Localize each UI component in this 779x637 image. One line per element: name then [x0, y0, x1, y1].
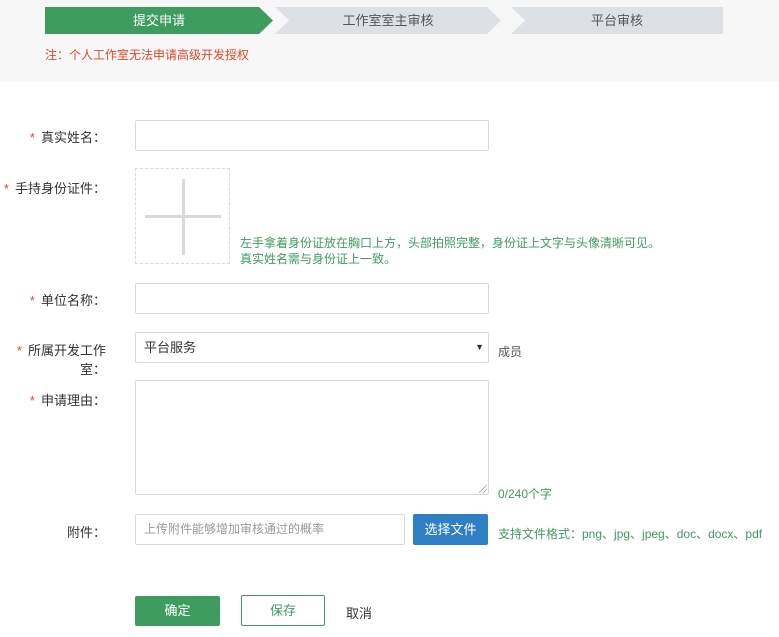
id-photo-hint-line1: 左手拿着身份证放在胸口上方，头部拍照完整，身份证上文字与头像清晰可见。 [240, 236, 661, 250]
header-band: 提交申请 工作室室主审核 平台审核 注：个人工作室无法申请高级开发授权 [0, 0, 779, 82]
studio-role: 成员 [498, 345, 523, 359]
reason-label: * 申请理由： [0, 390, 106, 409]
cancel-button[interactable]: 取消 [346, 603, 372, 622]
save-button[interactable]: 保存 [241, 595, 325, 626]
reason-textarea[interactable] [135, 380, 489, 495]
required-mark: * [3, 181, 9, 196]
studio-label-text: 所属开发工作室： [27, 343, 106, 377]
caret-down-icon: ▼ [475, 342, 484, 352]
attachment-label-text: 附件： [66, 525, 106, 540]
resize-grip-icon[interactable] [479, 485, 487, 493]
progress-steps: 提交申请 工作室室主审核 平台审核 [45, 7, 725, 34]
studio-select[interactable]: 平台服务 ▼ [135, 332, 489, 363]
company-label: * 单位名称： [0, 290, 106, 309]
reason-label-text: 申请理由： [40, 393, 106, 408]
step-submit: 提交申请 [45, 7, 273, 34]
studio-label: * 所属开发工作室： [0, 340, 106, 378]
id-photo-label-text: 手持身份证件： [14, 181, 106, 196]
required-mark: * [29, 130, 35, 145]
confirm-button[interactable]: 确定 [135, 596, 220, 626]
real-name-label-text: 真实姓名： [40, 130, 106, 145]
real-name-input[interactable] [135, 120, 489, 151]
choose-file-button[interactable]: 选择文件 [413, 514, 488, 545]
notice-text: 注：个人工作室无法申请高级开发授权 [45, 48, 250, 62]
plus-icon-vertical [182, 179, 185, 255]
id-photo-label: * 手持身份证件： [0, 178, 106, 197]
studio-select-value: 平台服务 [144, 340, 197, 355]
id-photo-hint: 左手拿着身份证放在胸口上方，头部拍照完整，身份证上文字与头像清晰可见。 真实姓名… [240, 235, 660, 267]
required-mark: * [29, 293, 35, 308]
step-studio-review: 工作室室主审核 [275, 7, 501, 34]
required-mark: * [29, 393, 35, 408]
reason-char-count: 0/240个字 [498, 487, 553, 501]
file-formats-hint: 支持文件格式：png、jpg、jpeg、doc、docx、pdf [498, 527, 763, 541]
company-input[interactable] [135, 283, 489, 314]
attachment-label: 附件： [0, 522, 106, 541]
id-photo-hint-line2: 真实姓名需与身份证上一致。 [240, 252, 397, 266]
id-photo-upload[interactable] [135, 168, 230, 264]
step-platform-review: 平台审核 [511, 7, 723, 34]
company-label-text: 单位名称： [40, 293, 106, 308]
required-mark: * [16, 343, 22, 358]
real-name-label: * 真实姓名： [0, 127, 106, 146]
attachment-input[interactable]: 上传附件能够增加审核通过的概率 [135, 514, 405, 545]
